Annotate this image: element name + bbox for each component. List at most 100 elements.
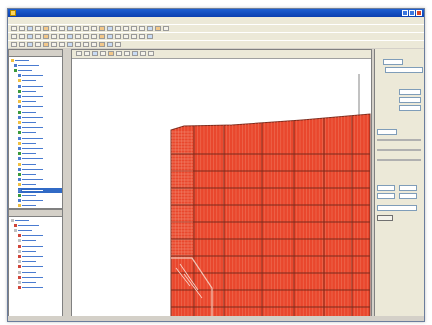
screenshot-frame [0, 0, 432, 325]
toolbar-button-icon[interactable] [132, 51, 138, 56]
toolbar-button-icon[interactable] [35, 34, 41, 39]
slider-1[interactable] [377, 139, 421, 141]
toolbar-button-icon[interactable] [123, 26, 129, 31]
drawing-canvas[interactable] [71, 49, 372, 321]
toolbar-button-icon[interactable] [19, 42, 25, 47]
toolbar-button-icon[interactable] [91, 26, 97, 31]
toolbar-button-icon[interactable] [51, 42, 57, 47]
apply-button[interactable] [377, 215, 393, 221]
tree-node-icon [18, 136, 21, 140]
toolbar-button-icon[interactable] [35, 26, 41, 31]
tree-node-icon [18, 265, 21, 269]
toolbar-button-icon[interactable] [107, 26, 113, 31]
toolbar-button-icon[interactable] [27, 34, 33, 39]
folder-icon [11, 218, 14, 222]
toolbar-button-icon[interactable] [83, 34, 89, 39]
slider-3[interactable] [377, 159, 421, 161]
toolbar-button-icon[interactable] [140, 51, 146, 56]
tree-item-label [22, 95, 43, 97]
param-field-9[interactable] [377, 205, 417, 211]
toolbar-button-icon[interactable] [35, 42, 41, 47]
toolbar-button-icon[interactable] [163, 26, 169, 31]
toolbar-button-icon[interactable] [83, 26, 89, 31]
property-panel [374, 49, 424, 321]
toolbar-button-icon[interactable] [19, 26, 25, 31]
toolbar-button-icon[interactable] [11, 42, 17, 47]
toolbar-button-icon[interactable] [131, 34, 137, 39]
tree-node-icon [18, 141, 21, 145]
toolbar-button-icon[interactable] [59, 26, 65, 31]
toolbar-button-icon[interactable] [147, 34, 153, 39]
toolbar-button-icon[interactable] [67, 42, 73, 47]
toolbar-button-icon[interactable] [67, 34, 73, 39]
tree-item[interactable] [18, 286, 62, 291]
toolbar-button-icon[interactable] [124, 51, 130, 56]
toolbar-button-icon[interactable] [91, 34, 97, 39]
toolbar-button-icon[interactable] [107, 42, 113, 47]
param-field-5[interactable] [377, 185, 395, 191]
title-bar [8, 9, 424, 17]
layer-list-pane [8, 209, 63, 321]
toolbar-button-icon[interactable] [116, 51, 122, 56]
toolbar-button-icon[interactable] [11, 34, 17, 39]
toolbar-button-icon[interactable] [139, 26, 145, 31]
toolbar-button-icon[interactable] [100, 51, 106, 56]
toolbar-button-icon[interactable] [92, 51, 98, 56]
param-field-2[interactable] [399, 97, 421, 103]
toolbar-button-icon[interactable] [67, 26, 73, 31]
toolbar-button-icon[interactable] [27, 26, 33, 31]
tree-node-icon [18, 146, 21, 150]
toolbar-button-icon[interactable] [76, 51, 82, 56]
tree-node-icon [18, 152, 21, 156]
toolbar-button-icon[interactable] [27, 42, 33, 47]
minimize-button[interactable] [402, 10, 408, 16]
toolbar-button-icon[interactable] [51, 26, 57, 31]
toolbar-button-icon[interactable] [99, 42, 105, 47]
toolbar-button-icon[interactable] [75, 26, 81, 31]
toolbar-button-icon[interactable] [108, 51, 114, 56]
param-field-7[interactable] [377, 193, 395, 199]
param-field-4[interactable] [377, 129, 397, 135]
toolbar-button-icon[interactable] [115, 26, 121, 31]
toolbar-button-icon[interactable] [75, 42, 81, 47]
toolbar-button-icon[interactable] [115, 42, 121, 47]
toolbar-button-icon[interactable] [91, 42, 97, 47]
type-select[interactable] [383, 59, 403, 65]
toolbar-button-icon[interactable] [123, 34, 129, 39]
toolbar-button-icon[interactable] [83, 42, 89, 47]
toolbar-button-icon[interactable] [147, 26, 153, 31]
tree-item-label [22, 101, 36, 103]
tree-node-icon [18, 167, 21, 171]
tree-item-label [22, 271, 36, 273]
toolbar-button-icon[interactable] [115, 34, 121, 39]
toolbar-button-icon[interactable] [43, 42, 49, 47]
slider-2[interactable] [377, 149, 421, 151]
param-field-3[interactable] [399, 105, 421, 111]
toolbar-button-icon[interactable] [51, 34, 57, 39]
toolbar-button-icon[interactable] [148, 51, 154, 56]
toolbar-button-icon[interactable] [139, 34, 145, 39]
maximize-button[interactable] [409, 10, 415, 16]
tree-item[interactable] [18, 204, 62, 208]
toolbar-button-icon[interactable] [99, 26, 105, 31]
toolbar-button-icon[interactable] [11, 26, 17, 31]
param-field-8[interactable] [399, 193, 417, 199]
toolbar-button-icon[interactable] [43, 34, 49, 39]
toolbar-button-icon[interactable] [99, 34, 105, 39]
toolbar-button-icon[interactable] [43, 26, 49, 31]
toolbar-button-icon[interactable] [75, 34, 81, 39]
toolbar-button-icon[interactable] [59, 34, 65, 39]
toolbar-button-icon[interactable] [155, 26, 161, 31]
tree-node-icon [18, 260, 21, 264]
toolbar-button-icon[interactable] [84, 51, 90, 56]
param-field-6[interactable] [399, 185, 417, 191]
toolbar-button-icon[interactable] [19, 34, 25, 39]
tree-item-label [22, 266, 43, 268]
param-field-1[interactable] [399, 89, 421, 95]
tree-node-icon [18, 157, 21, 161]
close-button[interactable] [416, 10, 422, 16]
toolbar-button-icon[interactable] [59, 42, 65, 47]
toolbar-button-icon[interactable] [131, 26, 137, 31]
name-field[interactable] [385, 67, 423, 73]
toolbar-button-icon[interactable] [107, 34, 113, 39]
